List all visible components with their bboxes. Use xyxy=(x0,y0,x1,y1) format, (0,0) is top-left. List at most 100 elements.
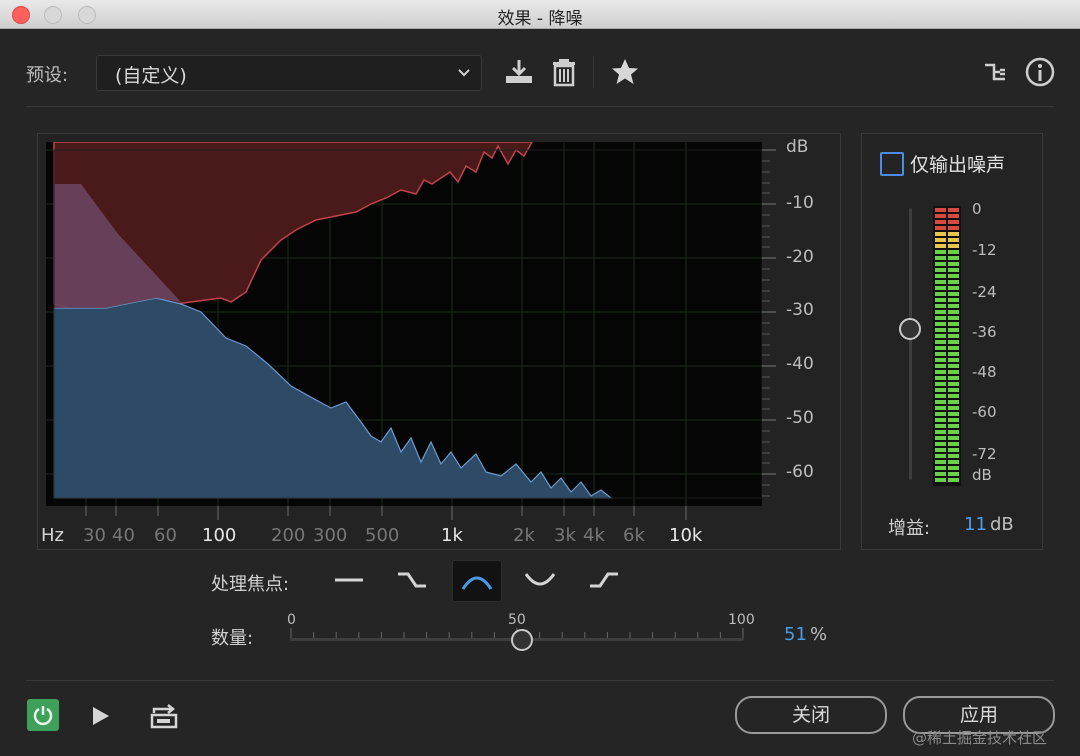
meter-tick: -36 xyxy=(972,323,997,341)
meter-segment xyxy=(948,244,959,248)
meter-segment xyxy=(948,358,959,362)
freq-tick: 60 xyxy=(154,525,177,546)
routing-icon[interactable] xyxy=(980,56,1012,88)
meter-segment xyxy=(948,226,959,230)
meter-segment xyxy=(935,244,946,248)
amount-scale-min: 0 xyxy=(287,612,296,628)
freq-tick-marks xyxy=(85,506,687,520)
meter-segment xyxy=(935,220,946,224)
focus-flat-button[interactable] xyxy=(325,560,373,600)
freq-tick: 1k xyxy=(441,525,463,546)
flat-icon xyxy=(335,578,363,582)
freq-tick: 10k xyxy=(669,525,703,546)
freq-tick: 40 xyxy=(112,525,135,546)
meter-segment xyxy=(935,256,946,260)
star-icon[interactable] xyxy=(609,56,641,88)
close-button[interactable]: 关闭 xyxy=(735,696,887,734)
meter-segment xyxy=(935,310,946,314)
meter-segment xyxy=(935,208,946,212)
meter-segment xyxy=(935,448,946,452)
meter-segment xyxy=(948,340,959,344)
title-bar: 效果 - 降噪 xyxy=(0,0,1080,29)
meter-segment xyxy=(935,250,946,254)
meter-segment xyxy=(948,256,959,260)
spectrum-graph[interactable] xyxy=(46,141,763,506)
low-shelf-icon xyxy=(398,572,426,588)
meter-segment xyxy=(948,316,959,320)
meter-segment xyxy=(935,370,946,374)
db-tick: -30 xyxy=(786,300,814,320)
meter-segment xyxy=(948,370,959,374)
meter-segment xyxy=(948,466,959,470)
play-icon[interactable] xyxy=(88,703,114,729)
gain-label: 增益: xyxy=(888,518,931,539)
meter-segment xyxy=(935,292,946,296)
focus-mid-button[interactable] xyxy=(452,560,502,602)
meter-segment xyxy=(948,478,959,482)
meter-segment xyxy=(935,226,946,230)
meter-segment xyxy=(948,472,959,476)
meter-segment xyxy=(948,388,959,392)
meter-segment xyxy=(935,274,946,278)
meter-tick: 0 xyxy=(972,200,982,218)
amount-label: 数量: xyxy=(211,628,254,649)
meter-segment xyxy=(948,286,959,290)
watermark: @稀土掘金技术社区 xyxy=(912,729,1048,747)
meter-segment xyxy=(948,250,959,254)
meter-segment xyxy=(948,346,959,350)
amount-scale-max: 100 xyxy=(728,612,755,628)
meter-segment xyxy=(935,466,946,470)
trash-icon[interactable] xyxy=(548,56,580,88)
gain-slider-track[interactable] xyxy=(909,208,912,480)
meter-segment xyxy=(948,304,959,308)
meter-segment xyxy=(935,478,946,482)
focus-low-button[interactable] xyxy=(388,560,436,600)
meter-segment xyxy=(948,394,959,398)
amount-scale-mid: 50 xyxy=(508,612,526,628)
meter-segment xyxy=(948,460,959,464)
freq-tick: 200 xyxy=(271,525,306,546)
amount-value[interactable]: 51 xyxy=(784,624,807,645)
meter-segment xyxy=(935,424,946,428)
meter-tick: -24 xyxy=(972,283,997,301)
db-tick: -10 xyxy=(786,193,814,213)
meter-tick: -48 xyxy=(972,363,997,381)
meter-segment xyxy=(948,334,959,338)
gain-value[interactable]: 11 xyxy=(964,514,987,535)
meter-segment xyxy=(948,436,959,440)
meter-segment xyxy=(935,340,946,344)
meter-segment xyxy=(935,388,946,392)
meter-segment xyxy=(948,238,959,242)
mid-cut-icon xyxy=(524,573,556,586)
db-tick: -50 xyxy=(786,408,814,428)
preset-value: (自定义) xyxy=(115,65,187,87)
meter-segment xyxy=(935,316,946,320)
gain-slider-thumb[interactable] xyxy=(899,318,921,340)
power-toggle-button[interactable] xyxy=(27,699,59,731)
meter-segment xyxy=(948,328,959,332)
meter-segment xyxy=(935,214,946,218)
output-noise-only-checkbox[interactable] xyxy=(880,152,904,176)
preset-dropdown[interactable]: (自定义) xyxy=(96,55,482,91)
freq-tick: 2k xyxy=(513,525,535,546)
preset-label: 预设: xyxy=(26,65,69,86)
download-icon[interactable] xyxy=(503,56,535,88)
amount-unit: % xyxy=(810,624,828,645)
amount-slider-thumb[interactable] xyxy=(510,629,533,651)
meter-segment xyxy=(948,310,959,314)
info-icon[interactable] xyxy=(1024,56,1056,88)
meter-segment xyxy=(948,442,959,446)
freq-axis-label: Hz xyxy=(41,525,64,546)
meter-segment xyxy=(935,262,946,266)
focus-high-button[interactable] xyxy=(580,560,628,600)
meter-segment xyxy=(935,298,946,302)
high-shelf-icon xyxy=(590,572,618,588)
mid-boost-icon xyxy=(461,576,493,590)
meter-segment xyxy=(935,328,946,332)
meter-segment xyxy=(935,334,946,338)
meter-segment xyxy=(948,418,959,422)
focus-mid-cut-button[interactable] xyxy=(516,560,564,600)
freq-tick: 500 xyxy=(365,525,400,546)
meter-segment xyxy=(948,454,959,458)
loop-icon[interactable] xyxy=(148,701,180,731)
